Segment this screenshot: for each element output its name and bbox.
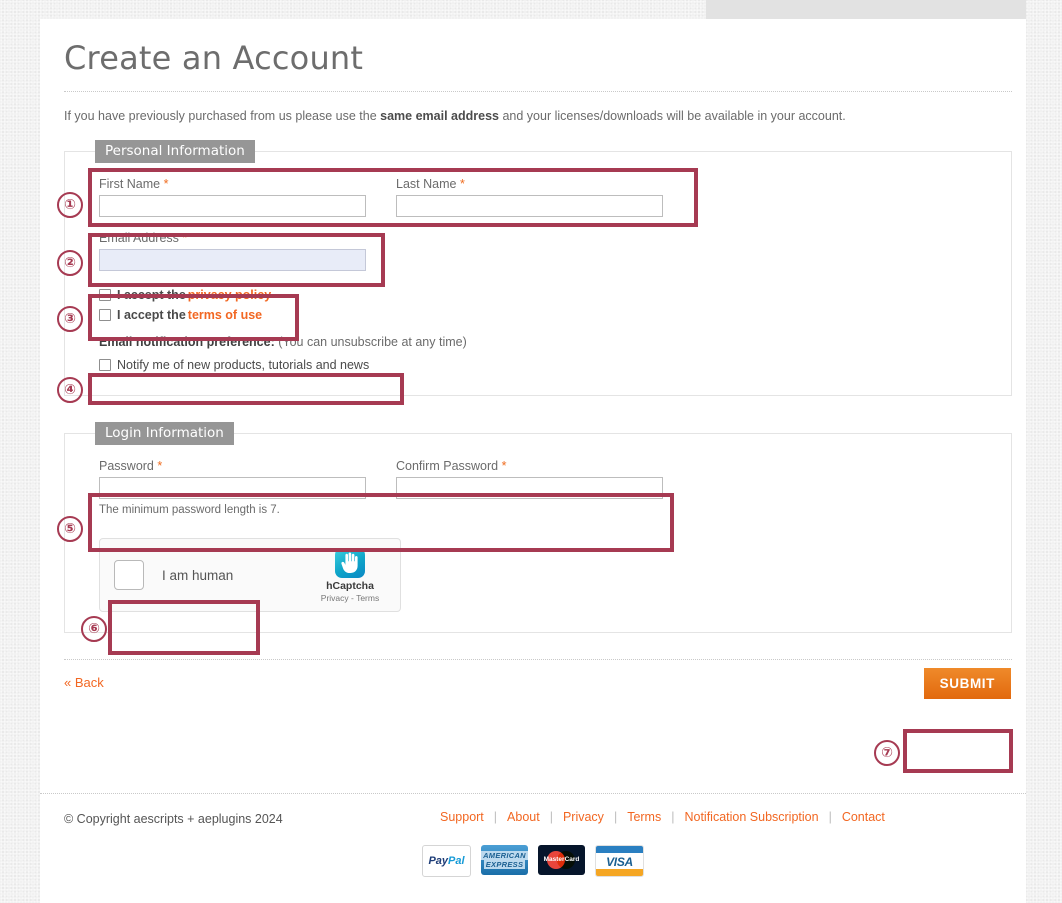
hcaptcha-branding: hCaptcha Privacy - Terms xyxy=(306,548,400,603)
footer-link-terms[interactable]: Terms xyxy=(627,810,661,824)
consent-group: I accept the privacy policy I accept the… xyxy=(99,285,977,325)
login-information-section: Login Information Password * Confirm Pas… xyxy=(64,422,1012,633)
terms-of-use-row[interactable]: I accept the terms of use xyxy=(99,305,977,325)
footer-links: Support|About|Privacy|Terms|Notification… xyxy=(440,810,885,824)
intro-text: If you have previously purchased from us… xyxy=(64,92,1012,140)
site-header-strip xyxy=(706,0,1026,19)
hand-glyph xyxy=(340,552,360,574)
form-actions: « Back SUBMIT xyxy=(64,659,1012,716)
notify-checkbox[interactable] xyxy=(99,359,111,371)
privacy-policy-prefix: I accept the xyxy=(117,288,186,302)
email-field: Email Address * xyxy=(99,231,366,271)
password-label: Password * xyxy=(99,459,366,477)
confirm-password-required: * xyxy=(502,459,507,473)
terms-of-use-checkbox[interactable] xyxy=(99,309,111,321)
visa-icon: VISA xyxy=(595,845,644,877)
first-name-field: First Name * xyxy=(99,177,366,217)
email-input[interactable] xyxy=(99,249,366,271)
submit-button[interactable]: SUBMIT xyxy=(924,668,1011,699)
password-hint: The minimum password length is 7. xyxy=(99,499,977,516)
personal-information-legend: Personal Information xyxy=(95,140,255,163)
name-row: First Name * Last Name * xyxy=(99,177,977,217)
footer-link-notification-subscription[interactable]: Notification Subscription xyxy=(684,810,818,824)
first-name-input[interactable] xyxy=(99,195,366,217)
confirm-password-label-text: Confirm Password xyxy=(396,459,498,473)
last-name-required: * xyxy=(460,177,465,191)
footer-sep-4: | xyxy=(661,810,684,824)
terms-of-use-prefix: I accept the xyxy=(117,308,186,322)
footer-link-about[interactable]: About xyxy=(507,810,540,824)
login-information-legend: Login Information xyxy=(95,422,234,445)
privacy-policy-link[interactable]: privacy policy xyxy=(188,288,271,302)
annotation-number-1: ① xyxy=(57,192,83,218)
email-row: Email Address * xyxy=(99,231,977,271)
password-field: Password * xyxy=(99,459,366,499)
paypal-icon: PayPal xyxy=(422,845,471,877)
terms-of-use-link[interactable]: terms of use xyxy=(188,308,262,322)
privacy-policy-checkbox[interactable] xyxy=(99,289,111,301)
email-label: Email Address * xyxy=(99,231,366,249)
mastercard-icon: MasterCard xyxy=(538,845,585,875)
hcaptcha-privacy-terms[interactable]: Privacy - Terms xyxy=(306,593,394,603)
hcaptcha-brand-text: hCaptcha xyxy=(306,580,394,592)
hcaptcha-checkbox[interactable] xyxy=(114,560,144,590)
password-row: Password * Confirm Password * xyxy=(99,459,977,499)
back-link[interactable]: « Back xyxy=(64,675,104,690)
footer-sep-3: | xyxy=(604,810,627,824)
payment-methods: PayPal AMERICANEXPRESS MasterCard VISA xyxy=(40,845,1026,877)
privacy-policy-row[interactable]: I accept the privacy policy xyxy=(99,285,977,305)
personal-information-section: Personal Information First Name * Last N… xyxy=(64,140,1012,396)
last-name-field: Last Name * xyxy=(396,177,663,217)
hcaptcha-hand-icon xyxy=(335,548,365,578)
site-footer: © Copyright aescripts + aeplugins 2024 S… xyxy=(40,793,1026,840)
copyright-text: © Copyright aescripts + aeplugins 2024 xyxy=(64,812,283,826)
first-name-label-text: First Name xyxy=(99,177,160,191)
email-preference-note: (You can unsubscribe at any time) xyxy=(278,335,467,349)
confirm-password-field: Confirm Password * xyxy=(396,459,663,499)
confirm-password-label: Confirm Password * xyxy=(396,459,663,477)
hcaptcha-checkbox-area[interactable]: I am human xyxy=(100,560,306,590)
amex-icon: AMERICANEXPRESS xyxy=(481,845,528,875)
content-card: Create an Account If you have previously… xyxy=(40,19,1026,903)
footer-link-contact[interactable]: Contact xyxy=(842,810,885,824)
annotation-number-2: ② xyxy=(57,250,83,276)
page-title: Create an Account xyxy=(64,31,1012,91)
footer-sep-2: | xyxy=(540,810,563,824)
first-name-required: * xyxy=(164,177,169,191)
intro-before: If you have previously purchased from us… xyxy=(64,109,380,123)
footer-sep-1: | xyxy=(484,810,507,824)
email-required: * xyxy=(182,231,187,245)
password-required: * xyxy=(157,459,162,473)
annotation-number-6: ⑥ xyxy=(81,616,107,642)
annotation-number-4: ④ xyxy=(57,377,83,403)
notify-label: Notify me of new products, tutorials and… xyxy=(117,358,369,372)
footer-link-support[interactable]: Support xyxy=(440,810,484,824)
intro-after: and your licenses/downloads will be avai… xyxy=(499,109,846,123)
confirm-password-input[interactable] xyxy=(396,477,663,499)
intro-emphasis: same email address xyxy=(380,109,499,123)
hcaptcha-widget[interactable]: I am human hCaptcha Privacy - Terms xyxy=(99,538,401,612)
last-name-input[interactable] xyxy=(396,195,663,217)
email-preference-label: Email notification preference: xyxy=(99,335,275,349)
notify-row[interactable]: Notify me of new products, tutorials and… xyxy=(99,355,977,375)
first-name-label: First Name * xyxy=(99,177,366,195)
last-name-label: Last Name * xyxy=(396,177,663,195)
password-input[interactable] xyxy=(99,477,366,499)
hcaptcha-label: I am human xyxy=(162,568,233,583)
footer-link-privacy[interactable]: Privacy xyxy=(563,810,604,824)
annotation-number-3: ③ xyxy=(57,306,83,332)
password-label-text: Password xyxy=(99,459,154,473)
email-preference-heading: Email notification preference: (You can … xyxy=(99,325,977,355)
last-name-label-text: Last Name xyxy=(396,177,456,191)
footer-sep-5: | xyxy=(819,810,842,824)
email-label-text: Email Address xyxy=(99,231,179,245)
annotation-number-7: ⑦ xyxy=(874,740,900,766)
annotation-number-5: ⑤ xyxy=(57,516,83,542)
